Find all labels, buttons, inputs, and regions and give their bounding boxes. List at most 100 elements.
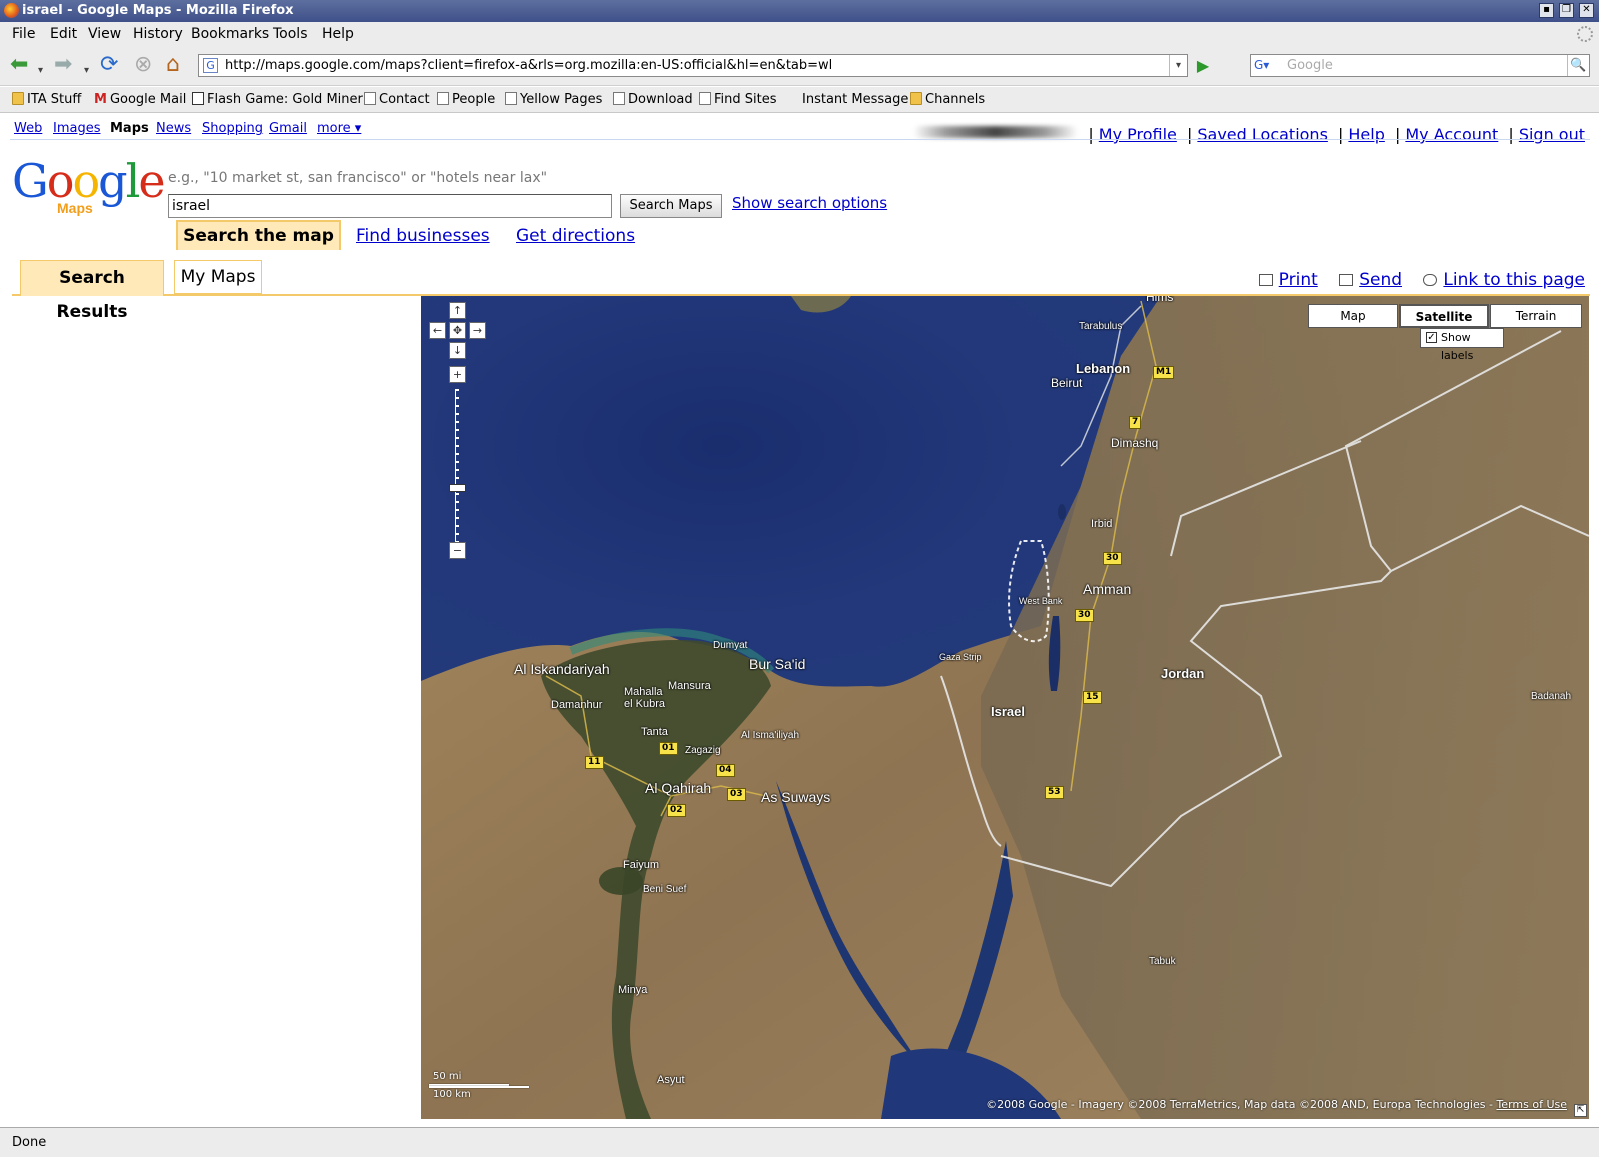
show-search-options-link[interactable]: Show search options	[732, 194, 887, 212]
google-maps-logo[interactable]: Google Maps	[12, 158, 166, 218]
menu-file[interactable]: File	[12, 22, 35, 46]
user-links: | My Profile | Saved Locations | Help | My A…	[913, 125, 1585, 144]
place-label: West Bank	[1019, 596, 1063, 606]
bookmark-ita-stuff[interactable]: ITA Stuff	[12, 87, 81, 113]
scale-miles: 50 mi	[433, 1071, 462, 1082]
zoom-slider[interactable]	[449, 389, 466, 551]
search-input[interactable]: israel	[168, 194, 612, 218]
place-label: Mansura	[668, 680, 711, 692]
close-icon[interactable]: ✕	[1579, 3, 1594, 18]
url-bar[interactable]: G http://maps.google.com/maps?client=fir…	[198, 54, 1188, 77]
tab-search-results[interactable]: Search Results	[20, 260, 164, 322]
forward-icon[interactable]: ➡	[54, 54, 72, 76]
page-icon	[699, 92, 711, 105]
map-type-terrain-button[interactable]: Terrain	[1490, 304, 1582, 328]
place-label: Asyut	[657, 1074, 685, 1086]
checkmark-icon: ✓	[1426, 332, 1437, 343]
link-sign-out[interactable]: Sign out	[1519, 125, 1585, 144]
zoom-in-icon[interactable]: +	[449, 366, 466, 383]
place-label: Jordan	[1161, 666, 1205, 681]
road-shield: M1	[1153, 366, 1175, 379]
road-shield: 30	[1103, 552, 1122, 565]
minimize-icon[interactable]: ▪	[1539, 3, 1554, 18]
maximize-icon[interactable]: ❐	[1559, 3, 1574, 18]
pan-center-icon[interactable]: ✥	[449, 322, 466, 339]
map-type-satellite-button[interactable]: Satellite	[1399, 304, 1489, 328]
back-icon[interactable]: ⬅	[10, 54, 28, 76]
place-label: Dumyat	[713, 640, 748, 651]
place-label: Tanta	[641, 726, 668, 738]
zoom-track	[455, 389, 459, 551]
zoom-slider-handle[interactable]	[449, 484, 466, 493]
menu-edit[interactable]: Edit	[50, 22, 77, 46]
road-shield: 30	[1075, 609, 1094, 622]
folder-icon	[12, 92, 24, 105]
zoom-out-icon[interactable]: −	[449, 542, 466, 559]
stop-icon[interactable]: ⊗	[134, 54, 152, 76]
search-maps-button[interactable]: Search Maps	[620, 194, 722, 218]
link-more[interactable]: more ▾	[317, 118, 361, 140]
menu-view[interactable]: View	[88, 22, 121, 46]
road-shield: 02	[667, 804, 686, 817]
place-label: Gaza Strip	[939, 652, 982, 662]
place-label: Faiyum	[623, 859, 660, 871]
link-news[interactable]: News	[156, 118, 191, 140]
overview-toggle-icon[interactable]: ⇱	[1574, 1104, 1587, 1117]
search-hint: e.g., "10 market st, san francisco" or "…	[168, 170, 548, 186]
bookmark-contact[interactable]: Contact	[364, 87, 430, 113]
link-help[interactable]: Help	[1348, 125, 1384, 144]
search-engine-icon[interactable]: G▾	[1254, 57, 1282, 74]
pan-left-icon[interactable]: ←	[429, 322, 446, 339]
forward-dropdown-icon[interactable]: ▾	[84, 60, 89, 82]
bookmark-find-sites[interactable]: Find Sites	[699, 87, 777, 113]
terms-of-use-link[interactable]: Terms of Use	[1496, 1098, 1567, 1111]
satellite-map[interactable]: Hims Tarabulus Lebanon Beirut Dimashq Ir…	[421, 296, 1589, 1119]
bookmark-gold-miner[interactable]: Flash Game: Gold Miner	[192, 87, 363, 113]
map-type-map-button[interactable]: Map	[1308, 304, 1398, 328]
search-engine-box[interactable]: G▾ Google 🔍	[1250, 54, 1590, 77]
bookmark-download[interactable]: Download	[613, 87, 693, 113]
tab-find-businesses[interactable]: Find businesses	[356, 226, 490, 246]
link-images[interactable]: Images	[53, 118, 101, 140]
place-label: Amman	[1083, 581, 1132, 597]
link-saved-locations[interactable]: Saved Locations	[1197, 125, 1328, 144]
link-my-account[interactable]: My Account	[1405, 125, 1498, 144]
reload-icon[interactable]: ⟳	[100, 54, 118, 76]
bookmark-instant-message[interactable]: Instant Message	[802, 87, 908, 113]
back-dropdown-icon[interactable]: ▾	[38, 60, 43, 82]
link-shopping[interactable]: Shopping	[202, 118, 263, 140]
place-label: Israel	[991, 704, 1025, 719]
go-icon[interactable]: ▶	[1192, 55, 1214, 76]
game-icon	[192, 92, 204, 105]
link-to-page-link[interactable]: Link to this page	[1423, 270, 1585, 290]
page-icon	[364, 92, 376, 105]
scale-bar-km	[429, 1086, 529, 1088]
pan-down-icon[interactable]: ↓	[449, 342, 466, 359]
print-link[interactable]: Print	[1258, 270, 1318, 290]
menu-history[interactable]: History	[133, 22, 183, 46]
bookmark-people[interactable]: People	[437, 87, 495, 113]
link-gmail[interactable]: Gmail	[269, 118, 307, 140]
window-title: israel - Google Maps - Mozilla Firefox	[22, 3, 294, 18]
page-icon	[613, 92, 625, 105]
search-icon[interactable]: 🔍	[1567, 55, 1589, 76]
home-icon[interactable]: ⌂	[166, 54, 180, 76]
tab-get-directions[interactable]: Get directions	[516, 226, 635, 246]
logo-subtitle: Maps	[57, 200, 93, 216]
url-dropdown-icon[interactable]: ▾	[1169, 55, 1187, 76]
tab-my-maps[interactable]: My Maps	[174, 260, 262, 294]
menu-bar: File Edit View History Bookmarks Tools H…	[0, 22, 1599, 46]
bookmark-yellow-pages[interactable]: Yellow Pages	[505, 87, 602, 113]
pan-right-icon[interactable]: →	[469, 322, 486, 339]
link-my-profile[interactable]: My Profile	[1099, 125, 1177, 144]
show-labels-checkbox[interactable]: ✓ Show labels	[1420, 328, 1504, 362]
send-link[interactable]: Send	[1339, 270, 1402, 290]
pan-up-icon[interactable]: ↑	[449, 302, 466, 319]
menu-tools[interactable]: Tools	[273, 22, 308, 46]
tab-search-the-map[interactable]: Search the map	[176, 220, 341, 250]
menu-bookmarks[interactable]: Bookmarks	[191, 22, 269, 46]
bookmark-channels[interactable]: Channels	[910, 87, 985, 113]
menu-help[interactable]: Help	[322, 22, 354, 46]
bookmark-google-mail[interactable]: M Google Mail	[94, 87, 186, 113]
link-web[interactable]: Web	[14, 118, 42, 140]
